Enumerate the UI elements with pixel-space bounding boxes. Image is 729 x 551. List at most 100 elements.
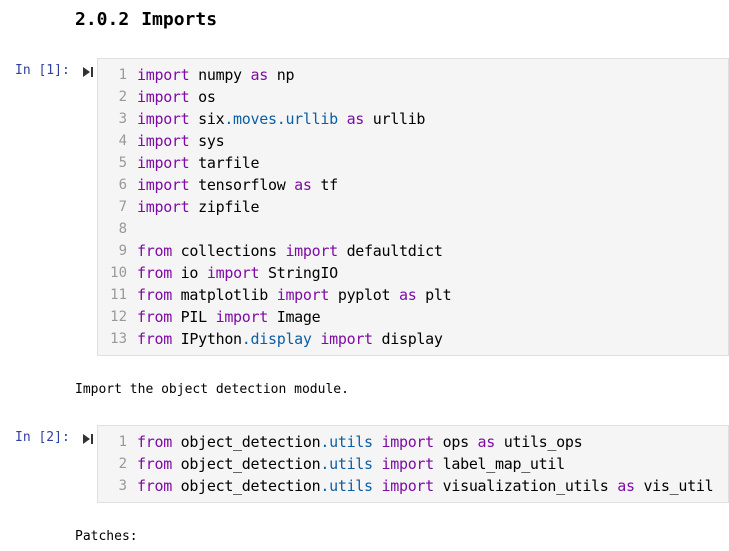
code-token: import	[137, 66, 190, 84]
code-token: from	[137, 286, 172, 304]
line-number: 7	[118, 199, 127, 215]
code-token: os	[189, 88, 216, 106]
code-token: .moves	[224, 110, 277, 128]
code-token: object_detection	[171, 433, 321, 451]
code-token: numpy	[189, 66, 251, 84]
markdown-patches: Patches:	[75, 529, 138, 544]
code-line: 3 from object_detection.utils import visu…	[98, 475, 728, 497]
code-line: 1 from object_detection.utils import ops …	[98, 431, 728, 453]
code-token: zipfile	[189, 198, 260, 216]
code-token: vis_util	[634, 477, 714, 495]
code-line: 12 from PIL import Image	[98, 306, 728, 328]
line-number: 2	[118, 89, 127, 105]
code-token: .utils	[320, 455, 373, 473]
code-token: import	[285, 242, 338, 260]
code-token: import	[206, 264, 260, 282]
line-number: 8	[118, 221, 127, 237]
code-cell-1[interactable]: 1 import numpy as np 2 import os 3 import six…	[97, 58, 729, 356]
code-token: io	[171, 264, 207, 282]
line-number: 5	[118, 155, 127, 171]
line-number: 10	[110, 265, 127, 281]
code-token: as	[294, 176, 312, 194]
section-number: 2.0.2	[75, 9, 130, 30]
code-token: from	[137, 477, 172, 495]
line-number: 1	[118, 67, 127, 83]
code-line: 2 import os	[98, 86, 728, 108]
code-line: 3 import six.moves.urllib as urllib	[98, 108, 728, 130]
code-token: object_detection	[171, 455, 321, 473]
code-token: display	[372, 330, 443, 348]
code-token: as	[398, 286, 417, 304]
code-token: from	[137, 455, 172, 473]
code-token: .utils	[320, 477, 373, 495]
code-text: import six.moves.urllib as urllib	[137, 108, 728, 130]
section-title: Imports	[141, 9, 218, 30]
section-heading: 2.0.2 Imports	[75, 9, 217, 31]
run-cell-2-button[interactable]	[80, 431, 96, 447]
line-number: 3	[118, 111, 127, 127]
code-line: 8	[98, 218, 728, 240]
code-token: object_detection	[171, 477, 321, 495]
run-cell-icon	[83, 67, 93, 77]
code-line: 11 from matplotlib import pyplot as plt	[98, 284, 728, 306]
code-line: 9 from collections import defaultdict	[98, 240, 728, 262]
code-token: import	[137, 132, 190, 150]
code-token: StringIO	[259, 264, 338, 282]
code-token: collections	[171, 242, 286, 260]
code-token: sys	[189, 132, 225, 150]
code-token: utils_ops	[495, 433, 583, 451]
code-token: urllib	[364, 110, 426, 128]
code-token: plt	[416, 286, 452, 304]
code-token: import	[320, 330, 373, 348]
cell-1-prompt: In [1]:	[15, 63, 70, 78]
line-number: 11	[110, 287, 127, 303]
code-token: from	[137, 308, 172, 326]
run-cell-1-button[interactable]	[80, 64, 96, 80]
code-text: from object_detection.utils import ops a…	[137, 431, 728, 453]
code-text: import tarfile	[137, 152, 728, 174]
code-line: 4 import sys	[98, 130, 728, 152]
code-token: tf	[311, 176, 338, 194]
line-number: 12	[110, 309, 127, 325]
code-text: from object_detection.utils import label…	[137, 453, 728, 475]
code-token: import	[381, 477, 435, 495]
code-token: import	[276, 286, 330, 304]
code-token: tarfile	[189, 154, 260, 172]
code-token: import	[137, 110, 190, 128]
code-token: as	[250, 66, 269, 84]
code-line: 6 import tensorflow as tf	[98, 174, 728, 196]
code-text: from collections import defaultdict	[137, 240, 728, 262]
code-token: from	[137, 330, 172, 348]
code-text: from IPython.display import display	[137, 328, 728, 350]
code-token: import	[137, 198, 190, 216]
code-token: .utils	[320, 433, 373, 451]
code-token: as	[346, 110, 365, 128]
code-token: tensorflow	[189, 176, 295, 194]
run-cell-icon	[83, 434, 93, 444]
line-number: 2	[118, 456, 127, 472]
code-token: matplotlib	[171, 286, 277, 304]
code-token: label_map_util	[433, 455, 566, 473]
code-token: .display	[241, 330, 312, 348]
code-cell-2[interactable]: 1 from object_detection.utils import ops …	[97, 425, 729, 503]
code-token: from	[137, 433, 172, 451]
code-text: import zipfile	[137, 196, 728, 218]
code-token: import	[137, 154, 190, 172]
line-number: 4	[118, 133, 127, 149]
code-line: 7 import zipfile	[98, 196, 728, 218]
line-number: 3	[118, 478, 127, 494]
code-token: as	[477, 433, 496, 451]
code-token: defaultdict	[337, 242, 443, 260]
code-text: from PIL import Image	[137, 306, 728, 328]
code-text: import numpy as np	[137, 64, 728, 86]
code-text: import sys	[137, 130, 728, 152]
code-token: from	[137, 264, 172, 282]
code-line: 5 import tarfile	[98, 152, 728, 174]
code-line: 2 from object_detection.utils import labe…	[98, 453, 728, 475]
code-text: from matplotlib import pyplot as plt	[137, 284, 728, 306]
code-token: visualization_utils	[433, 477, 618, 495]
code-token: .urllib	[276, 110, 338, 128]
